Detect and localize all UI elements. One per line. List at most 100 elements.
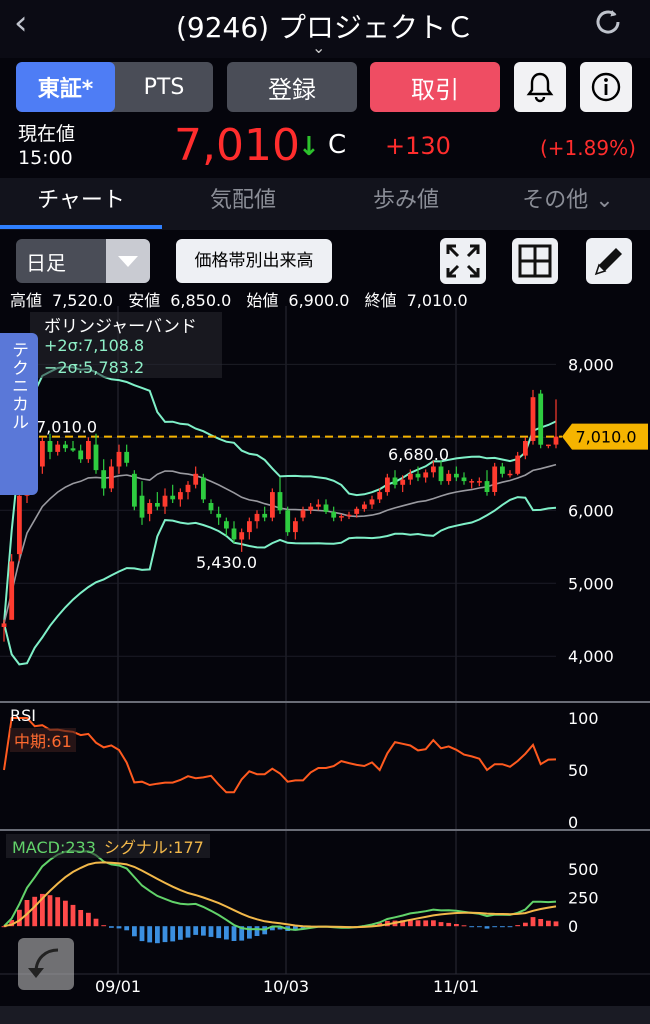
candle-body [293, 521, 298, 533]
price-axis-label: 4,000 [568, 647, 614, 666]
macd-histogram-bar [438, 922, 444, 927]
price-change: +130 [385, 132, 451, 160]
pencil-icon[interactable] [586, 238, 632, 284]
macd-histogram-bar [538, 919, 544, 927]
macd-histogram-bar [461, 925, 467, 927]
candle-body [346, 514, 352, 517]
macd-histogram-bar [178, 926, 183, 940]
candle-body [1, 623, 7, 627]
market-tse-button[interactable]: 東証* [16, 62, 115, 112]
rsi-axis-label: 0 [568, 813, 578, 832]
candle-body [247, 521, 252, 533]
candle-body [500, 466, 505, 474]
bollinger-plus2: +2σ:7,108.8 [44, 336, 145, 355]
macd-histogram-bar [446, 922, 452, 927]
macd-histogram-bar [469, 926, 475, 928]
stock-chart[interactable]: 8,000 6,000 5,000 4,000 7,010.0 6,680.0 5,430.… [0, 306, 650, 1006]
undo-icon[interactable] [18, 938, 74, 990]
candle-body [277, 492, 283, 511]
macd-histogram-bar [216, 926, 222, 939]
macd-histogram-bar [546, 920, 551, 927]
macd-histogram-bar [477, 926, 482, 928]
register-button[interactable]: 登録 [227, 62, 357, 112]
down-arrow-icon: ↓ [298, 132, 320, 162]
candle-body [530, 397, 536, 441]
macd-histogram-bar [553, 921, 559, 927]
candle-body [515, 455, 521, 474]
candle-body [538, 393, 544, 445]
macd-histogram-bar [116, 926, 122, 929]
macd-histogram-bar [70, 904, 76, 927]
market-pts-button[interactable]: PTS [115, 62, 213, 112]
macd-histogram-bar [231, 926, 237, 941]
candle-body [492, 466, 498, 492]
fullscreen-icon[interactable] [440, 238, 486, 284]
macd-histogram-bar [162, 926, 168, 943]
candle-body [354, 508, 360, 514]
macd-histogram-bar [132, 926, 137, 937]
refresh-icon[interactable] [592, 6, 624, 46]
candle-body [208, 503, 214, 511]
rsi-axis-label: 50 [568, 761, 588, 780]
macd-legend: MACD:233 シグナル:177 [6, 834, 210, 858]
candle-body [285, 510, 291, 533]
technical-side-tab[interactable]: テクニカル [0, 333, 38, 495]
trade-button[interactable]: 取引 [370, 62, 500, 112]
candle-body [262, 513, 268, 518]
candle-body [408, 473, 413, 480]
tab-quotes[interactable]: 気配値 [162, 178, 324, 226]
close-mark: C [328, 130, 347, 160]
candle-body [446, 473, 452, 482]
macd-histogram-bar [415, 920, 421, 927]
date-axis-label: 11/01 [433, 977, 479, 996]
tab-trades[interactable]: 歩み値 [325, 178, 487, 226]
candle-body [431, 466, 436, 473]
info-icon[interactable] [580, 62, 632, 112]
rsi-line [3, 717, 557, 794]
bottom-bar [0, 1006, 650, 1024]
dropdown-arrow-icon [106, 239, 150, 283]
macd-histogram-bar [500, 926, 505, 928]
candle-body [147, 503, 153, 514]
macd-histogram-bar [484, 926, 490, 929]
chevron-down-icon[interactable]: ⌄ [312, 38, 325, 57]
layout-grid-icon[interactable] [512, 238, 558, 284]
candle-body [392, 477, 398, 485]
candle-body [254, 513, 260, 522]
candle-body [55, 444, 61, 452]
candle-body [454, 473, 459, 478]
candle-body [40, 441, 45, 467]
candle-body [438, 466, 444, 482]
tab-other-label: その他 [522, 188, 589, 213]
candle-body [461, 477, 467, 482]
macd-histogram-bar [208, 926, 214, 937]
macd-histogram-bar [63, 900, 68, 927]
macd-histogram-bar [201, 926, 206, 936]
tab-chart[interactable]: チャート [0, 178, 162, 226]
candle-body [400, 479, 406, 485]
bell-icon[interactable] [514, 62, 566, 112]
bollinger-title: ボリンジャーバンド [44, 317, 197, 337]
volume-profile-button[interactable]: 価格帯別出来高 [176, 239, 332, 283]
candle-body [239, 532, 245, 540]
rsi-axis-label: 100 [568, 709, 599, 728]
macd-histogram-bar [139, 926, 145, 942]
period-value: 日足 [26, 251, 66, 275]
price-change-pct: (+1.89%) [540, 136, 636, 160]
macd-histogram-bar [86, 912, 91, 927]
candle-body [109, 466, 114, 489]
price-axis-label: 8,000 [568, 355, 614, 374]
rsi-panel [3, 717, 557, 794]
candle-body [231, 528, 237, 540]
macd-histogram-bar [93, 918, 99, 927]
macd-histogram-bar [224, 926, 229, 940]
tab-other[interactable]: その他 ⌄ [487, 178, 649, 226]
candle-body [63, 444, 68, 449]
macd-axis-label: 250 [568, 889, 599, 908]
candle-body [201, 477, 206, 500]
period-select[interactable]: 日足 [16, 239, 150, 283]
date-axis-label: 09/01 [95, 977, 141, 996]
candle-body [553, 436, 559, 445]
bollinger-legend: ボリンジャーバンド +2σ:7,108.8 −2σ:5,783.2 [30, 312, 222, 378]
candle-body [185, 484, 191, 493]
